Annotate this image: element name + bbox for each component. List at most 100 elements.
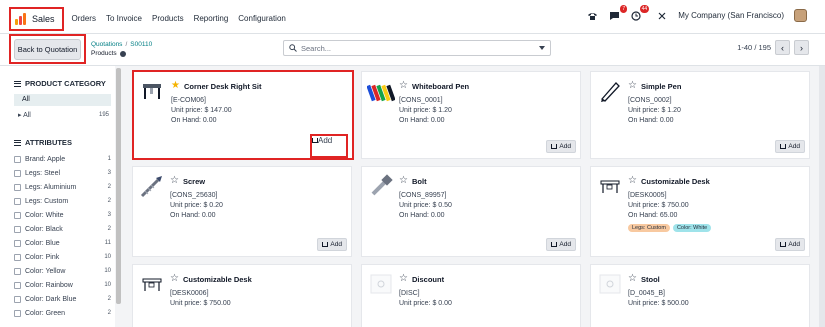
pager-value[interactable]: 1-40 / 195 — [737, 43, 771, 52]
product-card-simple-pen[interactable]: ☆ Simple Pen [CONS_0002] Unit price: $ 1… — [590, 71, 810, 159]
product-category-title: PRODUCT CATEGORY — [25, 79, 106, 88]
attribute-label: Color: Pink — [25, 253, 60, 261]
debug-tools-icon[interactable] — [656, 10, 668, 22]
favorite-star-icon[interactable]: ★ — [171, 81, 180, 91]
favorite-star-icon[interactable]: ☆ — [399, 81, 408, 91]
checkbox[interactable] — [14, 183, 21, 191]
add-button[interactable]: Add — [546, 238, 576, 251]
product-card-bolt[interactable]: ☆ Bolt [CONS_89957] Unit price: $ 0.50 O… — [361, 166, 581, 257]
search-input[interactable]: Search... — [301, 44, 331, 53]
checkbox[interactable] — [14, 281, 21, 289]
product-card-discount[interactable]: ☆ Discount [DISC] Unit price: $ 0.00 — [361, 264, 581, 327]
product-onhand: On Hand: 0.00 — [171, 117, 217, 124]
add-button[interactable]: Add — [775, 238, 805, 251]
category-all-expandable[interactable]: ▸ All 195 — [14, 110, 111, 121]
product-image-pen — [596, 77, 624, 105]
pager-next-button[interactable]: › — [794, 40, 809, 55]
favorite-star-icon[interactable]: ☆ — [628, 274, 637, 284]
attribute-label: Legs: Custom — [25, 197, 69, 205]
favorite-star-icon[interactable]: ☆ — [399, 176, 408, 186]
attribute-count: 10 — [104, 254, 111, 260]
product-name: Discount — [412, 275, 445, 284]
attribute-filter[interactable]: Color: Blue 11 — [14, 236, 111, 250]
attribute-filter[interactable]: Color: Dark Blue 2 — [14, 292, 111, 306]
main-scrollbar[interactable] — [819, 66, 825, 327]
add-button[interactable]: Add — [312, 136, 346, 145]
menu-products[interactable]: Products — [152, 10, 184, 23]
add-button-highlight: Add — [310, 134, 348, 158]
add-button[interactable]: Add — [546, 140, 576, 153]
product-card-whiteboard-pen[interactable]: ☆ Whiteboard Pen [CONS_0001] Unit price:… — [361, 71, 581, 159]
breadcrumb-record[interactable]: S00110 — [130, 41, 152, 48]
attribute-filter[interactable]: Legs: Steel 3 — [14, 166, 111, 180]
attribute-filter[interactable]: Color: Black 2 — [14, 222, 111, 236]
attribute-count: 2 — [107, 310, 111, 316]
product-info: [DISC] Unit price: $ 0.00 — [399, 289, 452, 309]
cart-icon — [551, 144, 558, 149]
product-card-screw[interactable]: ☆ Screw [CONS_25630] Unit price: $ 0.20 … — [132, 166, 352, 257]
product-image-desk — [138, 270, 166, 298]
favorite-star-icon[interactable]: ☆ — [170, 176, 179, 186]
gear-icon[interactable] — [119, 50, 126, 57]
pager-prev-button[interactable]: ‹ — [775, 40, 790, 55]
checkbox[interactable] — [14, 155, 21, 163]
app-menu-sales[interactable]: Sales — [9, 6, 64, 31]
category-all-selected[interactable]: All — [14, 94, 111, 106]
attribute-filter[interactable]: Color: Green 2 — [14, 306, 111, 320]
attribute-count: 3 — [107, 170, 111, 176]
add-label: Add — [788, 241, 800, 248]
breadcrumb-quotations[interactable]: Quotations — [91, 41, 122, 48]
attribute-filter[interactable]: Color: White 3 — [14, 208, 111, 222]
product-image-placeholder — [596, 270, 624, 298]
attribute-label: Legs: Steel — [25, 169, 61, 177]
attribute-count: 10 — [104, 268, 111, 274]
checkbox[interactable] — [14, 169, 21, 177]
search-bar[interactable]: Search... — [283, 40, 551, 56]
product-ref: [CONS_89957] — [399, 192, 447, 199]
company-switcher[interactable]: My Company (San Francisco) — [678, 11, 784, 20]
menu-configuration[interactable]: Configuration — [238, 10, 286, 23]
user-avatar[interactable] — [794, 9, 807, 22]
checkbox[interactable] — [14, 267, 21, 275]
attribute-list: Brand: Apple 1 Legs: Steel 3 Legs: Alumini… — [14, 152, 111, 320]
back-to-quotation-button[interactable]: Back to Quotation — [14, 39, 81, 60]
attribute-filter[interactable]: Color: Pink 10 — [14, 250, 111, 264]
phone-icon[interactable] — [586, 10, 598, 22]
favorite-star-icon[interactable]: ☆ — [628, 81, 637, 91]
checkbox[interactable] — [14, 225, 21, 233]
checkbox[interactable] — [14, 295, 21, 303]
attribute-filter[interactable]: Legs: Aluminium 2 — [14, 180, 111, 194]
attribute-count: 11 — [104, 240, 111, 246]
checkbox[interactable] — [14, 239, 21, 247]
product-card-customizable-desk[interactable]: ☆ Customizable Desk [DESK0006] Unit pric… — [132, 264, 352, 327]
product-name: Whiteboard Pen — [412, 82, 470, 91]
favorite-star-icon[interactable]: ☆ — [399, 274, 408, 284]
attribute-filter[interactable]: Color: Rainbow 10 — [14, 278, 111, 292]
checkbox[interactable] — [14, 197, 21, 205]
attribute-filter[interactable]: Brand: Apple 1 — [14, 152, 111, 166]
product-price: Unit price: $ 1.20 — [399, 107, 452, 114]
attribute-filter[interactable]: Color: Yellow 10 — [14, 264, 111, 278]
activity-clock-icon[interactable]: 44 — [630, 4, 650, 22]
product-name: Screw — [183, 177, 206, 186]
attribute-filter[interactable]: Legs: Custom 2 — [14, 194, 111, 208]
add-button[interactable]: Add — [317, 238, 347, 251]
product-onhand: On Hand: 0.00 — [170, 212, 216, 219]
favorite-star-icon[interactable]: ☆ — [170, 274, 179, 284]
checkbox[interactable] — [14, 253, 21, 261]
chat-icon[interactable]: 7 — [608, 4, 628, 22]
product-card-customizable-desk[interactable]: ☆ Customizable Desk [DESK0005] Unit pric… — [590, 166, 810, 257]
product-card-stool[interactable]: ☆ Stool [D_0045_B] Unit price: $ 500.00 — [590, 264, 810, 327]
sales-app-icon — [15, 12, 27, 25]
sidebar-scrollbar-thumb[interactable] — [116, 68, 121, 304]
menu-orders[interactable]: Orders — [72, 10, 96, 23]
checkbox[interactable] — [14, 211, 21, 219]
search-dropdown-toggle-icon[interactable] — [539, 46, 545, 50]
checkbox[interactable] — [14, 309, 21, 317]
menu-to-invoice[interactable]: To Invoice — [106, 10, 142, 23]
attribute-label: Color: Dark Blue — [25, 295, 77, 303]
favorite-star-icon[interactable]: ☆ — [628, 176, 637, 186]
menu-reporting[interactable]: Reporting — [194, 10, 229, 23]
add-button[interactable]: Add — [775, 140, 805, 153]
attributes-title: ATTRIBUTES — [25, 138, 72, 147]
